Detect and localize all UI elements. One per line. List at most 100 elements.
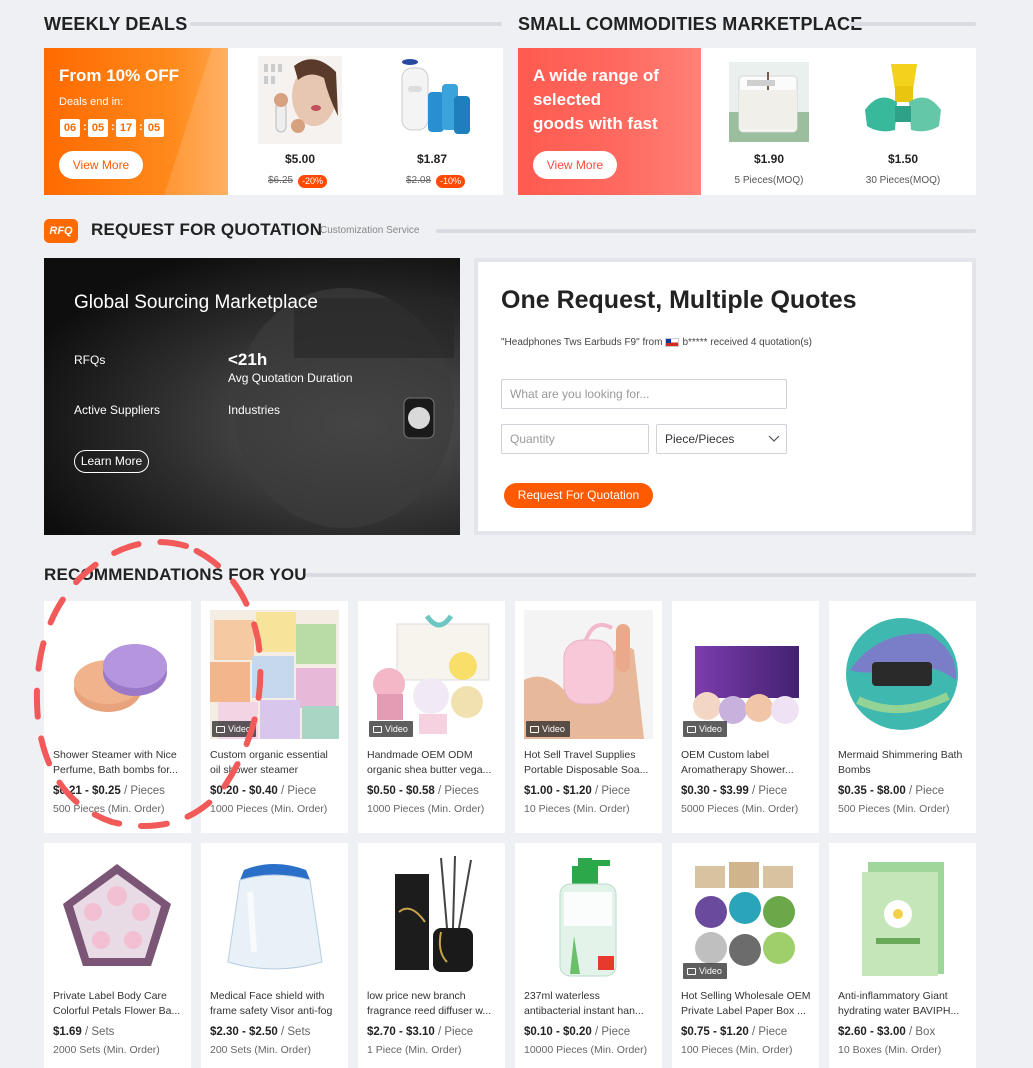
product-card[interactable]: Mermaid Shimmering Bath Bombs $0.35 - $8… bbox=[829, 601, 976, 833]
face-shield-image bbox=[210, 852, 339, 981]
promo-headline-line: A wide range of bbox=[533, 66, 659, 85]
product-moq: 100 Pieces (Min. Order) bbox=[681, 1044, 793, 1056]
product-title: Handmade OEM ODM bbox=[367, 749, 473, 761]
product-price: $0.75 - $1.20 / Piece bbox=[681, 1026, 787, 1038]
product-moq: 5000 Pieces (Min. Order) bbox=[681, 803, 799, 815]
product-card[interactable]: Shower Steamer with Nice Perfume, Bath b… bbox=[44, 601, 191, 833]
view-more-button[interactable]: View More bbox=[59, 151, 143, 179]
product-moq: 500 Pieces (Min. Order) bbox=[838, 803, 950, 815]
deal-price: $5.00 bbox=[284, 152, 316, 166]
product-card[interactable]: Video Custom organic essential oil showe… bbox=[201, 601, 348, 833]
countdown-minutes: 17 bbox=[116, 119, 136, 137]
product-title: low price new branch bbox=[367, 990, 466, 1002]
product-title: Perfume, Bath bombs for... bbox=[53, 764, 178, 776]
price-value: $0.35 - $8.00 bbox=[838, 785, 906, 797]
paper-soap-image: Video bbox=[524, 610, 653, 739]
commodity-moq: 30 Pieces(MOQ) bbox=[865, 175, 941, 186]
recommendations-title: RECOMMENDATIONS FOR YOU bbox=[44, 565, 307, 584]
rfq-search-input[interactable]: What are you looking for... bbox=[501, 379, 787, 409]
pastel-cubes-image: Video bbox=[210, 610, 339, 739]
countdown-separator: : bbox=[139, 121, 143, 133]
global-sourcing-banner: Global Sourcing Marketplace RFQs <21h Av… bbox=[44, 258, 460, 535]
product-title: Shower Steamer with Nice bbox=[53, 749, 177, 761]
recent-prefix: "Headphones Tws Earbuds F9" from bbox=[501, 337, 663, 348]
promo-headline-line: goods with fast bbox=[533, 114, 658, 133]
product-price: $0.30 - $3.99 / Piece bbox=[681, 785, 787, 797]
product-price: $0.35 - $8.00 / Piece bbox=[838, 785, 944, 797]
product-card[interactable]: 237ml waterless antibacterial instant ha… bbox=[515, 843, 662, 1068]
price-value: $0.50 - $0.58 bbox=[367, 785, 435, 797]
video-icon bbox=[687, 725, 696, 733]
product-title: OEM Custom label bbox=[681, 749, 770, 761]
request-quotation-button[interactable]: Request For Quotation bbox=[504, 483, 653, 508]
neck-pillow-image[interactable] bbox=[861, 60, 945, 144]
product-moq: 1000 Pieces (Min. Order) bbox=[367, 803, 485, 815]
commodity-price: $1.90 bbox=[753, 152, 785, 166]
product-moq: 10 Boxes (Min. Order) bbox=[838, 1044, 942, 1056]
unit-select[interactable]: Piece/Pieces bbox=[656, 424, 787, 454]
video-icon bbox=[216, 725, 225, 733]
product-title: Medical Face shield with bbox=[210, 990, 325, 1002]
product-price: $2.70 - $3.10 / Piece bbox=[367, 1026, 473, 1038]
mermaid-bath-bomb-image bbox=[838, 610, 967, 739]
product-title: Aromatherapy Shower... bbox=[681, 764, 794, 776]
rfq-form-heading: One Request, Multiple Quotes bbox=[501, 286, 857, 314]
price-value: $1.69 bbox=[53, 1026, 82, 1038]
product-title: Bombs bbox=[838, 764, 871, 776]
product-title: organic shea butter vega... bbox=[367, 764, 492, 776]
deal-old-price: $2.08 bbox=[406, 175, 432, 186]
weekly-deals-promo[interactable]: From 10% OFF Deals end in: 06 : 05 : 17 … bbox=[44, 48, 228, 195]
product-price: $2.30 - $2.50 / Sets bbox=[210, 1026, 310, 1038]
flag-icon bbox=[665, 338, 680, 347]
weekly-deals-title: WEEKLY DEALS bbox=[44, 14, 188, 34]
product-card[interactable]: Video Handmade OEM ODM organic shea butt… bbox=[358, 601, 505, 833]
product-card[interactable]: Anti-inflammatory Giant hydrating water … bbox=[829, 843, 976, 1068]
product-price: $0.10 - $0.20 / Piece bbox=[524, 1026, 630, 1038]
bath-bomb-gift-image: Video bbox=[367, 610, 496, 739]
price-value: $2.30 - $2.50 bbox=[210, 1026, 278, 1038]
promo-headline-line: selected bbox=[533, 90, 602, 109]
commodity-price: $1.50 bbox=[887, 152, 919, 166]
product-price: $1.69 / Sets bbox=[53, 1026, 114, 1038]
product-card[interactable]: Private Label Body Care Colorful Petals … bbox=[44, 843, 191, 1068]
price-value: $0.75 - $1.20 bbox=[681, 1026, 749, 1038]
stat-industries-label: Industries bbox=[228, 403, 281, 417]
discount-badge: -20% bbox=[298, 175, 328, 188]
product-card[interactable]: low price new branch fragrance reed diff… bbox=[358, 843, 505, 1068]
view-more-button[interactable]: View More bbox=[533, 151, 617, 179]
air-freshener-image[interactable] bbox=[388, 56, 476, 144]
price-unit: / Pieces bbox=[437, 785, 479, 797]
price-value: $2.60 - $3.00 bbox=[838, 1026, 906, 1038]
product-card[interactable]: Video OEM Custom label Aromatherapy Show… bbox=[672, 601, 819, 833]
product-title: Colorful Petals Flower Ba... bbox=[53, 1005, 181, 1017]
stat-suppliers-label: Active Suppliers bbox=[74, 403, 161, 417]
price-unit: / Piece bbox=[594, 785, 631, 797]
rfq-subtitle: Customization Service bbox=[320, 225, 420, 236]
product-title: frame safety Visor anti-fog bbox=[210, 1005, 333, 1017]
candle-image[interactable] bbox=[729, 62, 809, 142]
product-card[interactable]: Video Hot Sell Travel Supplies Portable … bbox=[515, 601, 662, 833]
price-unit: / Sets bbox=[280, 1026, 311, 1038]
quantity-input[interactable]: Quantity bbox=[501, 424, 649, 454]
shower-steamer-image bbox=[53, 610, 182, 739]
deal-price: $1.87 bbox=[416, 152, 448, 166]
product-card[interactable]: Medical Face shield with frame safety Vi… bbox=[201, 843, 348, 1068]
video-label: Video bbox=[385, 724, 408, 734]
shower-steamers-box-image: Video bbox=[681, 610, 810, 739]
stat-duration-label: Avg Quotation Duration bbox=[228, 371, 353, 385]
video-badge: Video bbox=[369, 721, 413, 737]
beauty-device-image[interactable] bbox=[258, 56, 342, 144]
learn-more-button[interactable]: Learn More bbox=[74, 450, 149, 473]
countdown-separator: : bbox=[83, 121, 87, 133]
commodities-promo[interactable]: A wide range of selected goods with fast… bbox=[518, 48, 701, 195]
face-mask-image bbox=[838, 852, 967, 981]
price-unit: / Sets bbox=[84, 1026, 115, 1038]
price-unit: / Box bbox=[908, 1026, 936, 1038]
unit-select-value: Piece/Pieces bbox=[665, 432, 735, 446]
section-divider bbox=[306, 573, 976, 577]
product-card[interactable]: Video Hot Selling Wholesale OEM Private … bbox=[672, 843, 819, 1068]
countdown-hours: 05 bbox=[88, 119, 108, 137]
reed-diffuser-image bbox=[367, 852, 496, 981]
price-unit: / Piece bbox=[751, 1026, 788, 1038]
product-title: 237ml waterless bbox=[524, 990, 600, 1002]
